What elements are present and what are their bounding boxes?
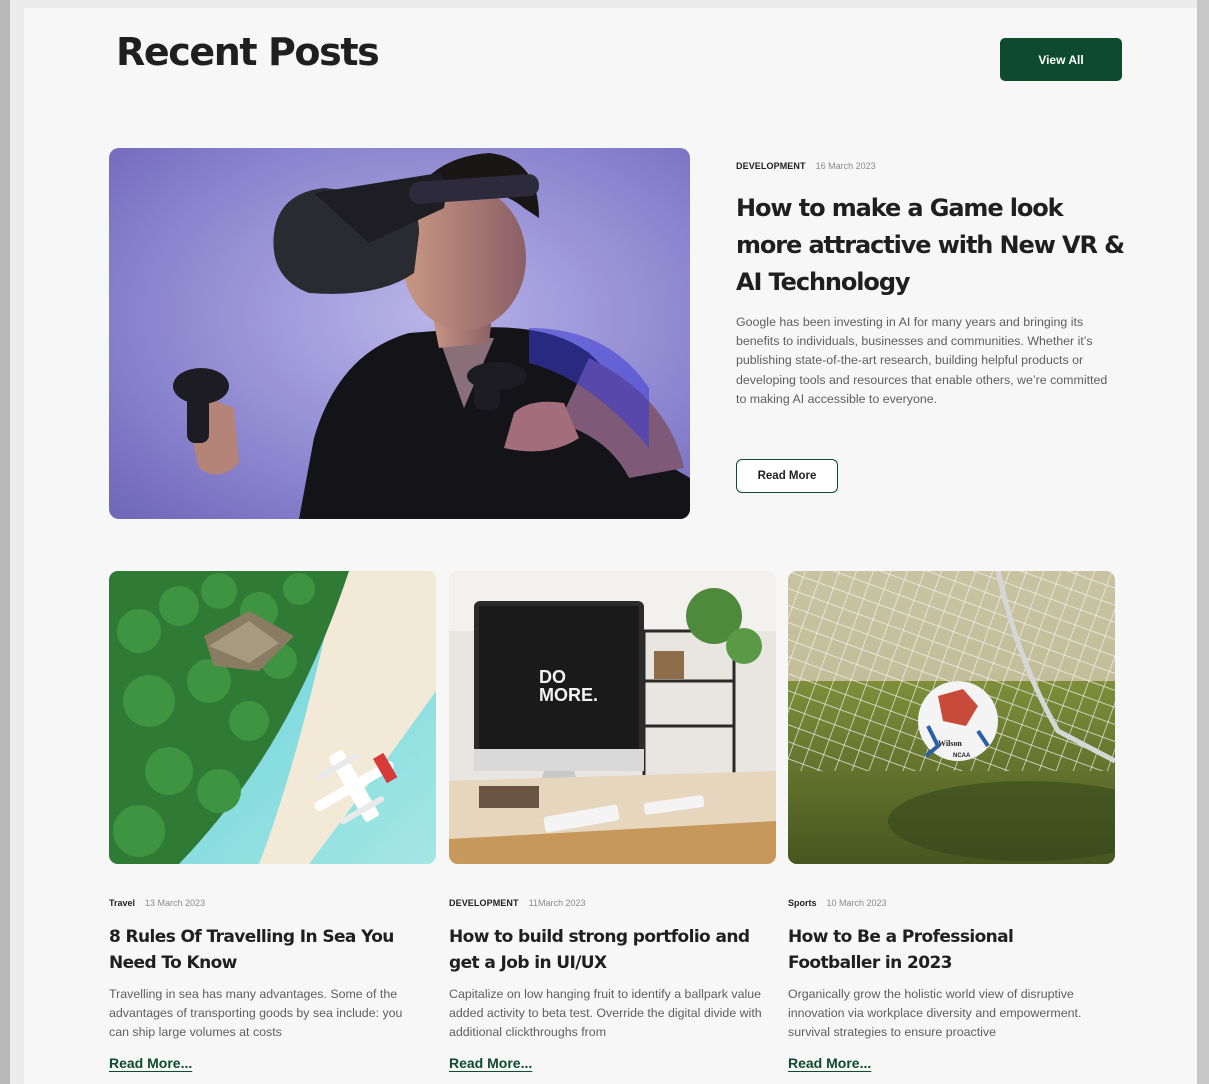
featured-date: 16 March 2023 (815, 161, 876, 171)
post-card-category[interactable]: Travel (109, 898, 135, 908)
left-scroll-gutter (0, 0, 10, 1084)
ball-league-text: NCAA (953, 753, 971, 759)
post-card-meta: DEVELOPMENT 11March 2023 (449, 898, 776, 908)
featured-post-image[interactable] (109, 148, 690, 519)
post-card-date: 11March 2023 (528, 898, 586, 908)
post-card-description: Organically grow the holistic world view… (788, 987, 1082, 1040)
post-card-category[interactable]: DEVELOPMENT (449, 898, 519, 908)
post-card-description: Capitalize on low hanging fruit to ident… (449, 987, 762, 1040)
post-card-meta: Travel 13 March 2023 (109, 898, 436, 908)
post-card-image[interactable]: Wilson NCAA (788, 571, 1115, 864)
featured-category[interactable]: DEVELOPMENT (736, 161, 806, 171)
monitor-screen-text-line2: MORE. (539, 685, 598, 705)
post-card-title[interactable]: 8 Rules Of Travelling In Sea You Need To… (109, 924, 429, 976)
post-card-category[interactable]: Sports (788, 898, 817, 908)
post-card-meta: Sports 10 March 2023 (788, 898, 1115, 908)
post-card-date: 10 March 2023 (826, 898, 887, 908)
post-card-date: 13 March 2023 (145, 898, 206, 908)
right-scroll-gutter (1197, 0, 1209, 1084)
post-card-travel: Travel 13 March 2023 8 Rules Of Travelli… (109, 571, 436, 1073)
view-all-button[interactable]: View All (1000, 38, 1122, 81)
recent-posts-section: Recent Posts View All DEVELOPMENT 16 Mar… (24, 8, 1197, 1084)
section-title: Recent Posts (116, 30, 380, 74)
ball-brand-text: Wilson (938, 739, 962, 748)
monitor-screen-text-line1: DO (539, 667, 566, 687)
post-card-title[interactable]: How to build strong portfolio and get a … (449, 924, 769, 976)
post-card-image[interactable] (109, 571, 436, 864)
featured-post-description: Google has been investing in AI for many… (736, 315, 1108, 406)
featured-post-title[interactable]: How to make a Game look more attractive … (736, 190, 1126, 301)
post-card-development: DO MORE. DEVELOPMENT 11March 2023 How to… (449, 571, 776, 1073)
featured-post-meta: DEVELOPMENT 16 March 2023 (736, 161, 876, 171)
post-card-title[interactable]: How to Be a Professional Footballer in 2… (788, 924, 1108, 976)
read-more-link[interactable]: Read More... (788, 1055, 871, 1071)
post-card-description: Travelling in sea has many advantages. S… (109, 987, 403, 1040)
post-card-image[interactable]: DO MORE. (449, 571, 776, 864)
read-more-link[interactable]: Read More... (449, 1055, 532, 1071)
post-card-sports: Wilson NCAA Sports 10 March 2023 How to … (788, 571, 1115, 1073)
read-more-button[interactable]: Read More (736, 459, 838, 493)
read-more-link[interactable]: Read More... (109, 1055, 192, 1071)
